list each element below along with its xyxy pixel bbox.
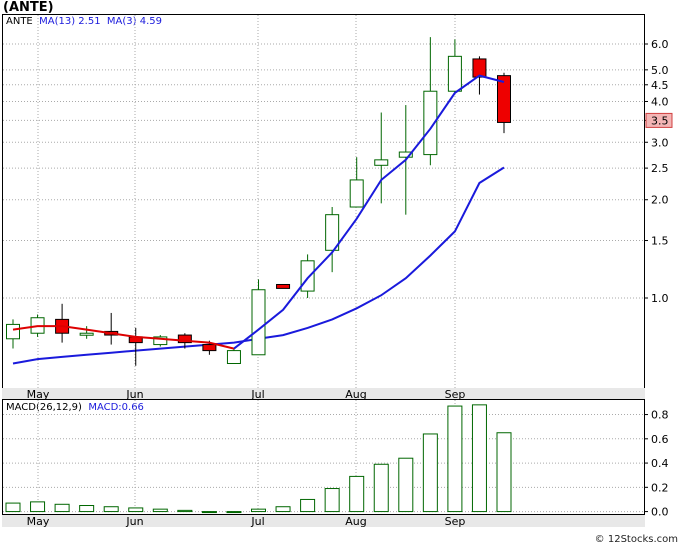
macd-month-label: Jun [125, 515, 143, 528]
last-price-tag-label: 3.5 [651, 114, 669, 127]
candle-body [349, 179, 364, 208]
candle-body [6, 323, 20, 340]
candle-body [374, 159, 389, 166]
price-month-label: Sep [445, 388, 466, 401]
macd-bar [201, 511, 217, 514]
price-tick-label: 2.5 [651, 162, 669, 175]
macd-bar [373, 463, 389, 513]
macd-bar [103, 506, 119, 513]
candle-body [497, 75, 511, 123]
stock-chart-svg: 6.0 5.0 4.5 4.0 3.5 3.0 2.5 2.0 1.5 1.0 May Jun Jul A… [3, 15, 673, 528]
macd-bar [152, 508, 168, 513]
price-tick-label: 1.5 [651, 235, 669, 248]
macd-bar [300, 498, 316, 513]
macd-bar [398, 457, 414, 513]
macd-tick-label: 0.0 [651, 506, 669, 519]
footer-copyright: © 12Stocks.com [594, 534, 678, 545]
candle-body [472, 58, 487, 78]
macd-bar [79, 505, 95, 513]
macd-tick-label: 0.4 [651, 457, 669, 470]
macd-bar [226, 511, 242, 514]
price-tick-label: 5.0 [651, 64, 669, 77]
macd-bar [496, 432, 512, 513]
price-month-label: Jul [250, 388, 264, 401]
price-tick-label: 2.0 [651, 194, 669, 207]
candle-body [251, 289, 266, 356]
candle-body [276, 283, 291, 289]
macd-tick-label: 0.8 [651, 409, 669, 422]
macd-bar [422, 433, 438, 513]
macd-bar [128, 507, 144, 513]
macd-tick-label: 0.2 [651, 481, 669, 494]
price-month-label: Jun [125, 388, 143, 401]
macd-bar [447, 405, 463, 513]
price-month-label: Aug [345, 388, 366, 401]
macd-month-label: May [27, 515, 50, 528]
candle-body [226, 350, 241, 364]
macd-month-label: Aug [345, 515, 366, 528]
candle-body [79, 332, 94, 336]
macd-bar [471, 404, 487, 513]
macd-bar [251, 508, 266, 513]
macd-month-label: Sep [445, 515, 466, 528]
macd-bar [349, 475, 365, 513]
macd-bar [275, 506, 291, 513]
price-tick-label: 1.0 [651, 292, 669, 305]
price-tick-label: 3.0 [651, 136, 669, 149]
price-tick-label: 4.5 [651, 79, 669, 92]
price-tick-label: 4.0 [651, 95, 669, 108]
candle-body [300, 260, 315, 292]
macd-bar [5, 502, 21, 513]
ma3-line-continuation [233, 74, 505, 350]
macd-bar [324, 488, 340, 513]
macd-month-label: Jul [250, 515, 264, 528]
macd-tick-label: 0.6 [651, 433, 669, 446]
candle-body [202, 344, 217, 352]
price-month-label: May [27, 388, 50, 401]
macd-bar [177, 509, 193, 513]
macd-bar [54, 503, 70, 513]
candle-body [447, 55, 462, 92]
macd-bar [30, 501, 46, 513]
price-tick-label: 6.0 [651, 38, 669, 51]
